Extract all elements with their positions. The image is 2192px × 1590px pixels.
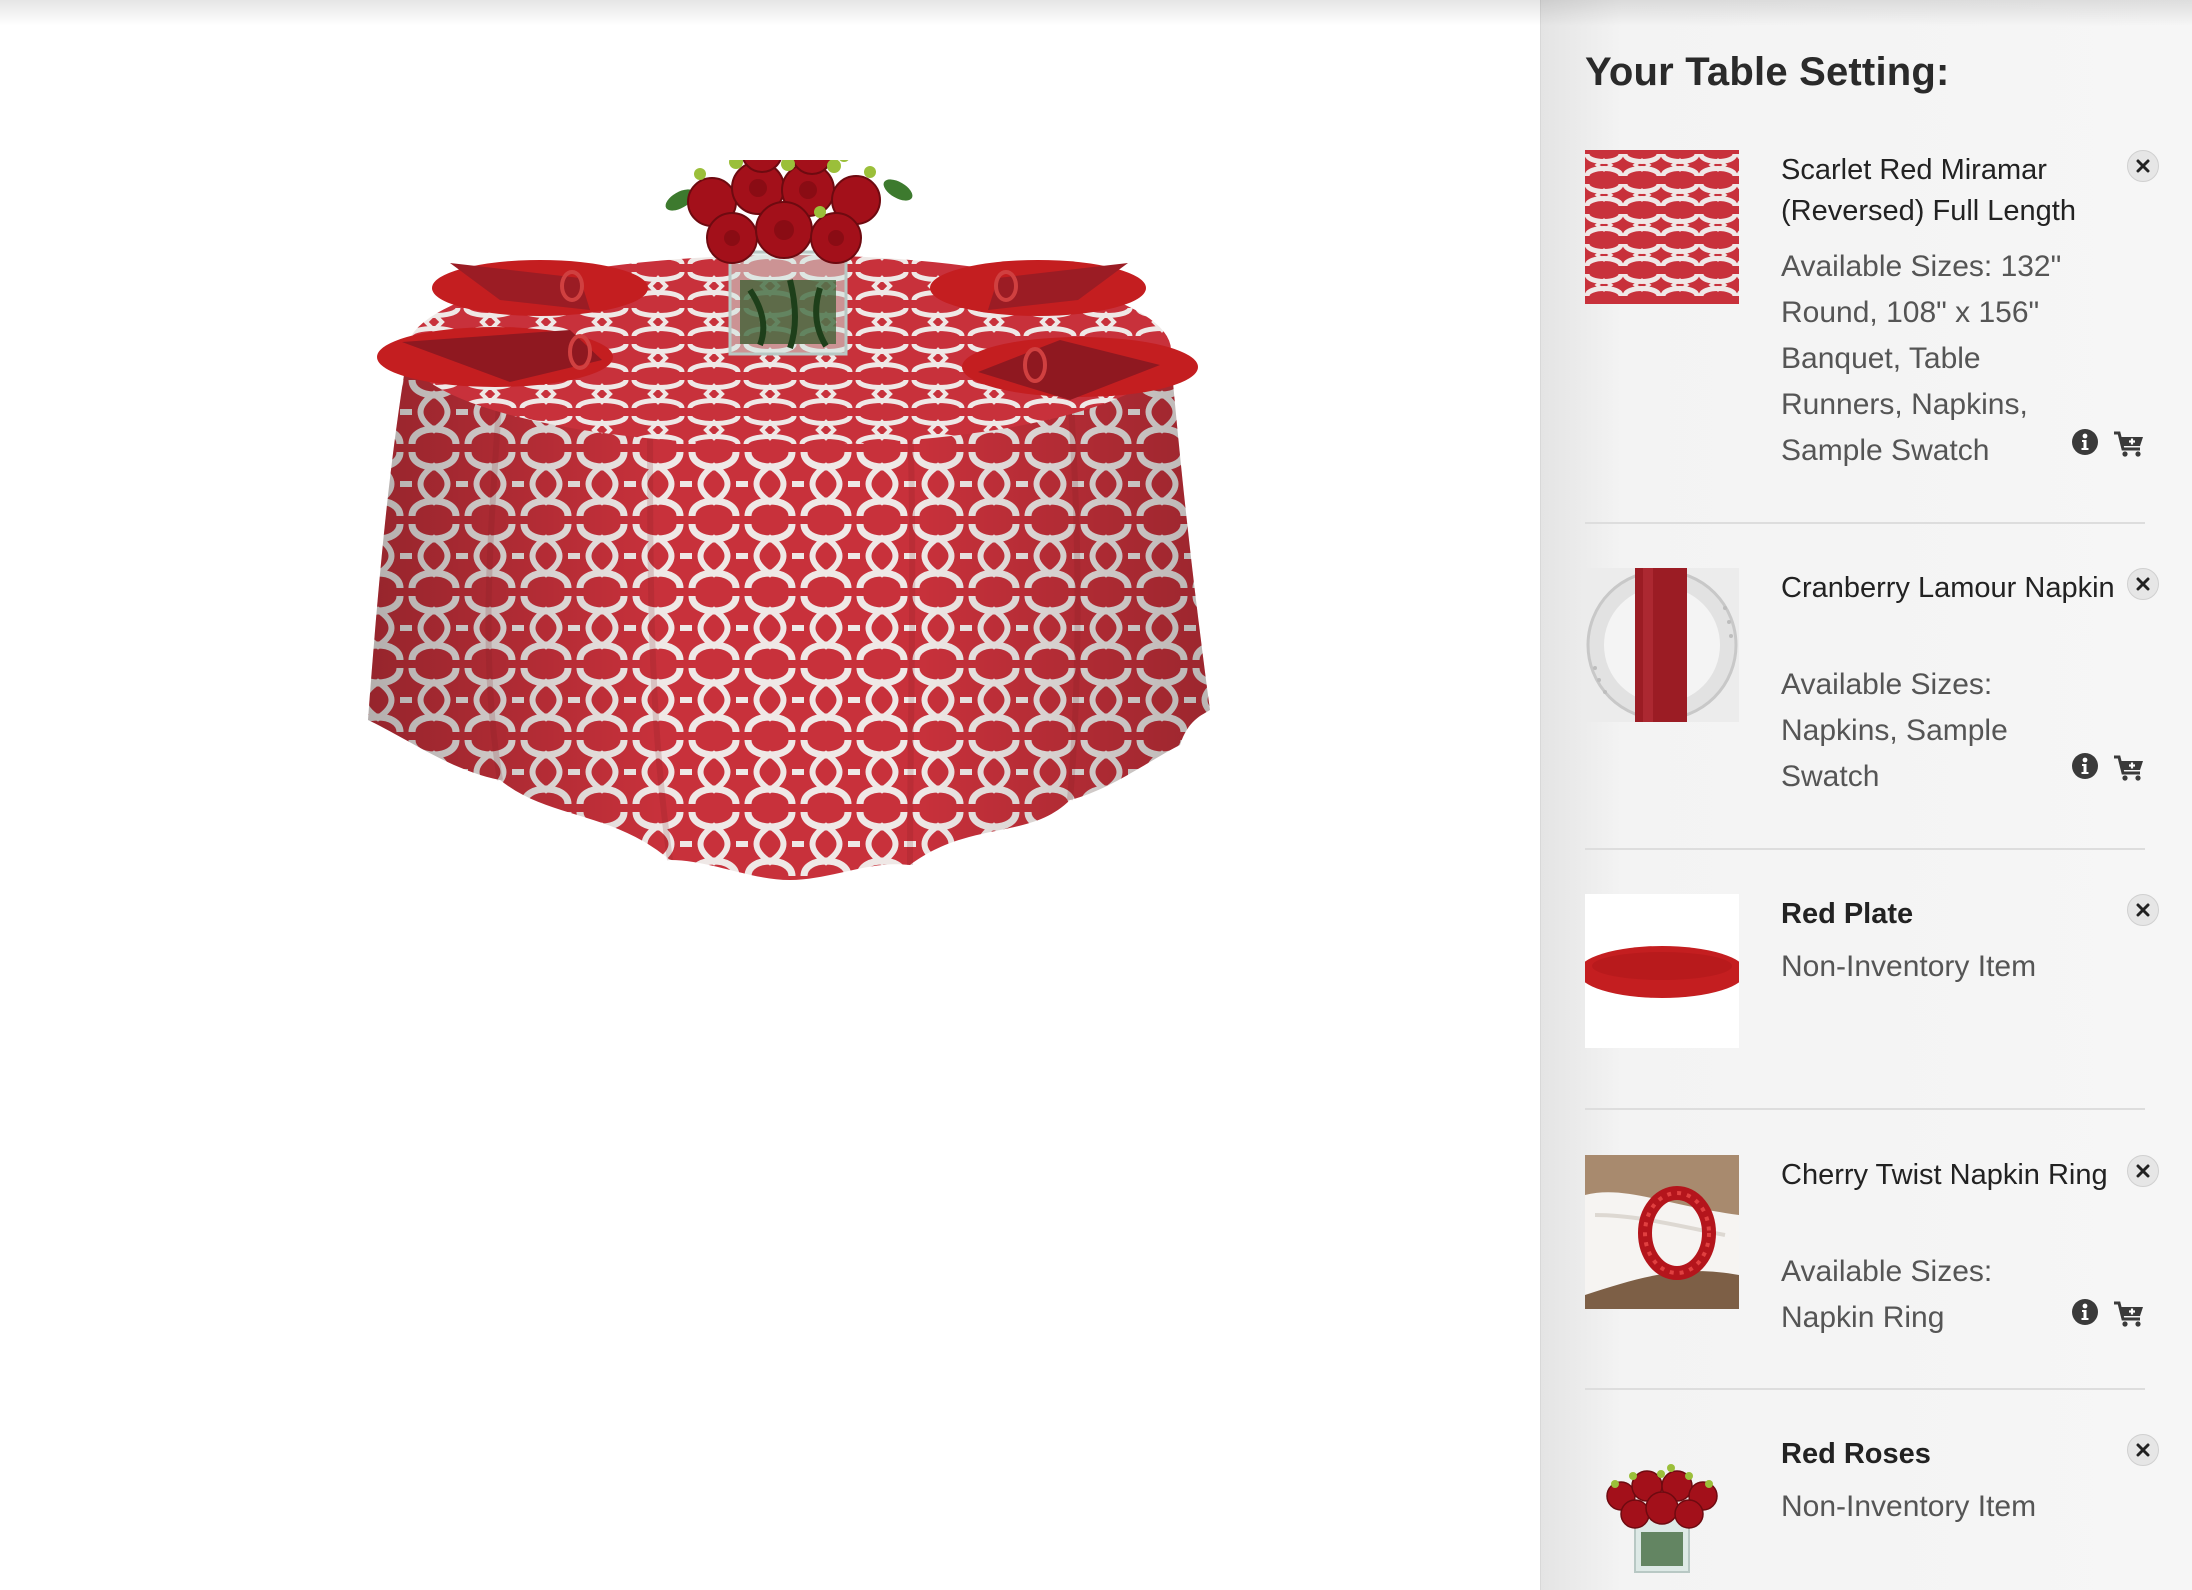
place-setting-back-left xyxy=(432,260,648,316)
setting-item-plate: Red Plate Non-Inventory Item xyxy=(1585,894,2159,1054)
item-title: Red Plate xyxy=(1781,898,1914,930)
item-description: Non-Inventory Item xyxy=(1781,1490,2037,1523)
close-icon xyxy=(2136,159,2150,173)
table-setting-preview xyxy=(368,160,1210,880)
close-icon xyxy=(2136,1164,2150,1178)
info-icon xyxy=(2072,429,2098,455)
info-button[interactable] xyxy=(2071,1298,2099,1331)
info-button[interactable] xyxy=(2071,752,2099,785)
add-to-cart-icon xyxy=(2114,1301,2143,1327)
item-description: Available Sizes: Napkin Ring xyxy=(1781,1255,1993,1334)
sidebar-title: Your Table Setting: xyxy=(1585,50,1950,94)
add-to-cart-button[interactable] xyxy=(2113,754,2145,787)
close-icon xyxy=(2136,1443,2150,1457)
remove-item-button[interactable] xyxy=(2127,150,2159,182)
item-divider xyxy=(1585,522,2145,524)
add-to-cart-button[interactable] xyxy=(2113,430,2145,463)
table-setting-sidebar: Your Table Setting: Scarlet Red Miramar … xyxy=(1540,0,2192,1590)
info-icon xyxy=(2072,753,2098,779)
setting-item-napkin: Cranberry Lamour Napkin Available Sizes:… xyxy=(1585,568,2159,808)
item-description: Available Sizes: Napkins, Sample Swatch xyxy=(1781,668,2008,793)
tablecloth-thumbnail[interactable] xyxy=(1585,150,1739,304)
place-setting-front-left xyxy=(377,327,613,387)
close-icon xyxy=(2136,903,2150,917)
add-to-cart-button[interactable] xyxy=(2113,1300,2145,1333)
plate-thumbnail[interactable] xyxy=(1585,894,1739,1048)
item-title: Scarlet Red Miramar (Reversed) Full Leng… xyxy=(1781,154,2076,227)
setting-item-roses: Red Roses Non-Inventory Item xyxy=(1585,1434,2159,1590)
add-to-cart-icon xyxy=(2114,431,2143,457)
remove-item-button[interactable] xyxy=(2127,1155,2159,1187)
item-title: Cranberry Lamour Napkin xyxy=(1781,572,2115,604)
napkin-thumbnail[interactable] xyxy=(1585,568,1739,722)
item-divider xyxy=(1585,1108,2145,1110)
item-description: Non-Inventory Item xyxy=(1781,950,2037,983)
remove-item-button[interactable] xyxy=(2127,1434,2159,1466)
place-setting-back-right xyxy=(930,260,1146,316)
close-icon xyxy=(2136,577,2150,591)
napkin-ring-thumbnail[interactable] xyxy=(1585,1155,1739,1309)
remove-item-button[interactable] xyxy=(2127,568,2159,600)
setting-item-napkin-ring: Cherry Twist Napkin Ring Available Sizes… xyxy=(1585,1155,2159,1355)
item-title: Red Roses xyxy=(1781,1438,1931,1470)
item-description: Available Sizes: 132" Round, 108" x 156"… xyxy=(1781,250,2062,467)
add-to-cart-icon xyxy=(2114,755,2143,781)
setting-item-tablecloth: Scarlet Red Miramar (Reversed) Full Leng… xyxy=(1585,150,2159,480)
info-icon xyxy=(2072,1299,2098,1325)
info-button[interactable] xyxy=(2071,428,2099,461)
remove-item-button[interactable] xyxy=(2127,894,2159,926)
item-title: Cherry Twist Napkin Ring xyxy=(1781,1159,2108,1191)
item-divider xyxy=(1585,1388,2145,1390)
item-divider xyxy=(1585,848,2145,850)
table-preview-stage xyxy=(0,0,1540,1590)
roses-thumbnail[interactable] xyxy=(1585,1434,1739,1588)
